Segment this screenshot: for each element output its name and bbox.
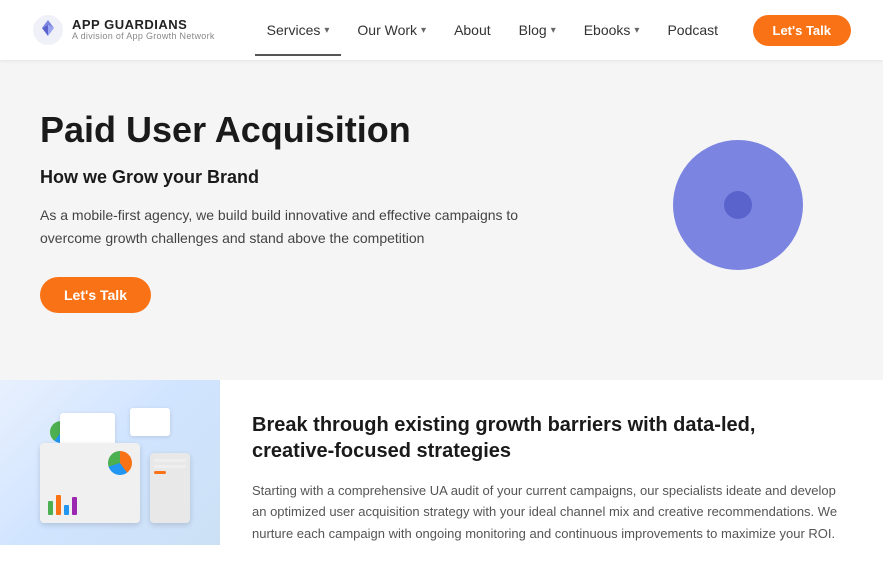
hero-content: Paid User Acquisition How we Grow your B… xyxy=(40,108,600,313)
hero-section: Paid User Acquisition How we Grow your B… xyxy=(0,60,883,380)
lower-title: Break through existing growth barriers w… xyxy=(252,412,843,464)
decorative-circle xyxy=(673,140,803,270)
nav-cta-button[interactable]: Let's Talk xyxy=(753,15,851,46)
decorative-inner-circle xyxy=(724,191,752,219)
chevron-down-icon: ▾ xyxy=(324,25,329,36)
hero-title: Paid User Acquisition xyxy=(40,108,600,151)
logo-main-text: APP GUARDIANS xyxy=(72,18,215,32)
hero-subtitle: How we Grow your Brand xyxy=(40,167,600,188)
logo[interactable]: APP GUARDIANS A division of App Growth N… xyxy=(32,14,215,46)
chevron-down-icon: ▾ xyxy=(421,25,426,36)
nav-item-services[interactable]: Services ▾ xyxy=(255,14,342,46)
logo-icon xyxy=(32,14,64,46)
nav-item-about[interactable]: About xyxy=(442,14,503,46)
nav-links: Services ▾ Our Work ▾ About Blog ▾ Ebook… xyxy=(255,14,753,46)
nav-item-blog[interactable]: Blog ▾ xyxy=(507,14,568,46)
navigation: APP GUARDIANS A division of App Growth N… xyxy=(0,0,883,60)
mock-ui-illustration xyxy=(0,380,220,545)
nav-item-our-work[interactable]: Our Work ▾ xyxy=(345,14,438,46)
lower-image xyxy=(0,380,220,545)
logo-sub-text: A division of App Growth Network xyxy=(72,32,215,42)
mock-card xyxy=(130,408,170,436)
lower-content: Break through existing growth barriers w… xyxy=(220,380,843,576)
nav-item-podcast[interactable]: Podcast xyxy=(655,14,730,46)
lower-description: Starting with a comprehensive UA audit o… xyxy=(252,480,843,544)
hero-decoration xyxy=(673,140,803,270)
hero-description: As a mobile-first agency, we build build… xyxy=(40,204,550,249)
mock-tablet xyxy=(40,443,140,523)
lower-section: Break through existing growth barriers w… xyxy=(0,380,883,576)
hero-cta-button[interactable]: Let's Talk xyxy=(40,277,151,313)
chevron-down-icon: ▾ xyxy=(634,25,639,36)
mock-phone xyxy=(150,453,190,523)
chevron-down-icon: ▾ xyxy=(551,25,556,36)
nav-item-ebooks[interactable]: Ebooks ▾ xyxy=(572,14,652,46)
